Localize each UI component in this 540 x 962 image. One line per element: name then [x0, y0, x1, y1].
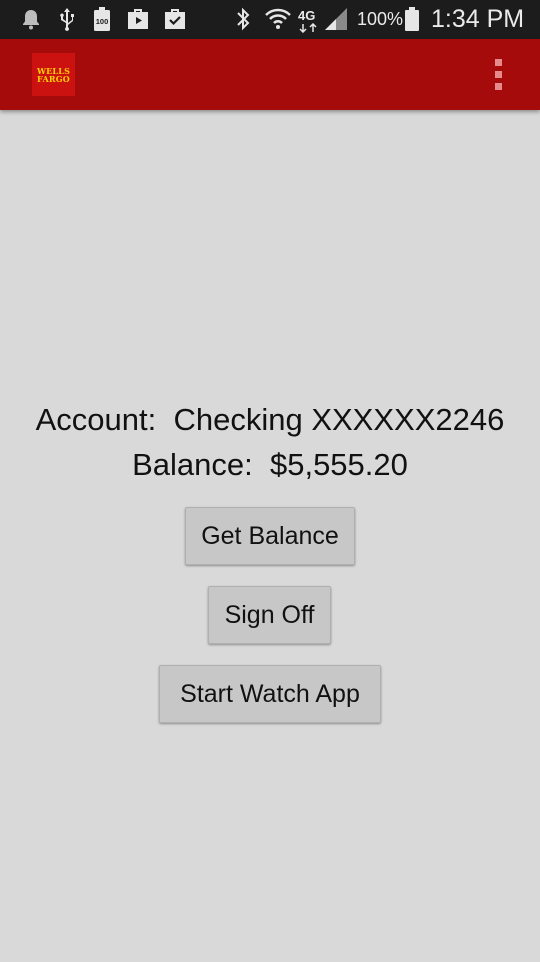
- usb-icon: [56, 7, 78, 31]
- notification-bell-icon: [20, 7, 42, 31]
- account-label: Account: Checking XXXXXX2246: [35, 402, 505, 437]
- sign-off-button[interactable]: Sign Off: [208, 586, 331, 644]
- app-bar: WELLS FARGO: [0, 39, 540, 110]
- bluetooth-icon: [233, 7, 253, 31]
- svg-text:100: 100: [96, 17, 109, 26]
- battery-100-icon: 100: [92, 7, 112, 31]
- battery-icon: [404, 7, 420, 31]
- logo-line-2: FARGO: [37, 73, 70, 84]
- status-time: 1:34 PM: [431, 5, 525, 33]
- status-bar: 100 4G 100% 1:34 PM: [0, 0, 540, 39]
- start-watch-app-button[interactable]: Start Watch App: [159, 665, 381, 723]
- wells-fargo-logo: WELLS FARGO: [32, 53, 75, 96]
- balance-label: Balance: $5,555.20: [132, 447, 408, 482]
- get-balance-button[interactable]: Get Balance: [185, 507, 355, 565]
- wifi-icon: [263, 7, 293, 31]
- play-store-icon: [126, 7, 150, 31]
- main-content: Account: Checking XXXXXX2246 Balance: $5…: [0, 110, 540, 962]
- signal-icon: [323, 7, 349, 31]
- task-check-icon: [163, 7, 187, 31]
- overflow-menu-icon[interactable]: [492, 59, 506, 91]
- battery-percent: 100%: [357, 9, 404, 29]
- lte-icon: [299, 22, 319, 34]
